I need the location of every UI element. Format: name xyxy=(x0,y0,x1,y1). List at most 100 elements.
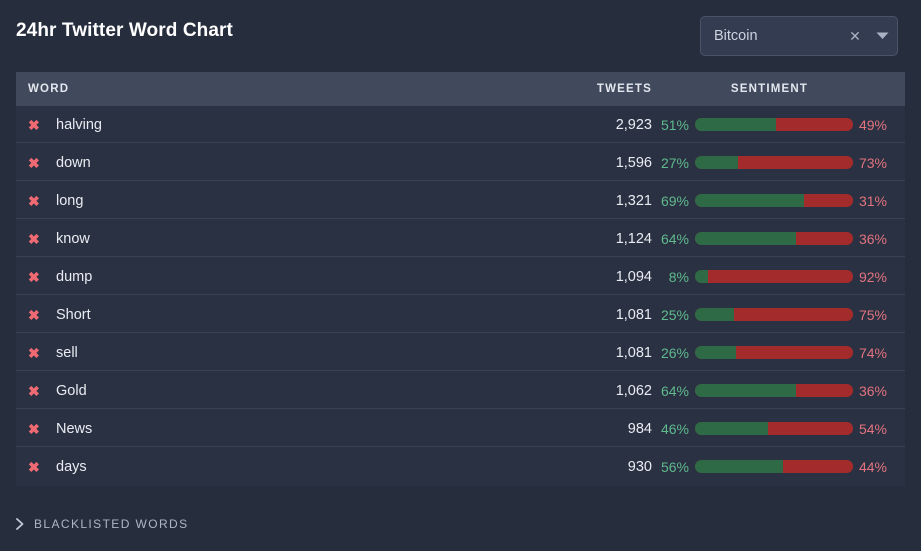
negative-percent: 92% xyxy=(858,268,887,285)
sentiment-bar-negative xyxy=(736,346,853,359)
word-label: sell xyxy=(56,344,78,361)
sentiment-cell: 64% 36% xyxy=(652,383,905,399)
table-row[interactable]: ✖ know 1,124 64% 36% xyxy=(16,220,905,258)
sentiment-bar xyxy=(694,346,853,359)
positive-percent: 64% xyxy=(660,382,689,399)
sentiment-cell: 27% 73% xyxy=(652,155,905,171)
positive-percent: 46% xyxy=(660,420,689,437)
column-header-sentiment[interactable]: SENTIMENT xyxy=(652,83,905,95)
sentiment-cell: 69% 31% xyxy=(652,193,905,209)
sentiment-bar-positive xyxy=(694,270,708,283)
word-label: days xyxy=(56,458,87,475)
tweets-count: 984 xyxy=(627,420,652,437)
table-row[interactable]: ✖ Gold 1,062 64% 36% xyxy=(16,372,905,410)
negative-percent: 75% xyxy=(858,306,887,323)
column-header-word[interactable]: WORD xyxy=(16,83,510,95)
remove-word-icon[interactable]: ✖ xyxy=(28,422,50,436)
tweets-count: 1,062 xyxy=(615,382,652,399)
negative-percent: 74% xyxy=(858,344,887,361)
table-header-row: WORD TWEETS SENTIMENT xyxy=(16,72,905,106)
tweets-count: 930 xyxy=(627,458,652,475)
positive-percent: 64% xyxy=(660,230,689,247)
table-row[interactable]: ✖ days 930 56% 44% xyxy=(16,448,905,486)
negative-percent: 31% xyxy=(858,192,887,209)
word-cell: ✖ down xyxy=(16,155,510,171)
chevron-down-icon[interactable] xyxy=(867,32,897,40)
table-row[interactable]: ✖ long 1,321 69% 31% xyxy=(16,182,905,220)
word-label: Short xyxy=(56,306,91,323)
word-cell: ✖ days xyxy=(16,459,510,475)
table-row[interactable]: ✖ down 1,596 27% 73% xyxy=(16,144,905,182)
sentiment-cell: 64% 36% xyxy=(652,231,905,247)
remove-word-icon[interactable]: ✖ xyxy=(28,270,50,284)
word-chart-app: 24hr Twitter Word Chart Bitcoin ✕ WORD T… xyxy=(0,0,921,551)
tweets-count: 1,094 xyxy=(615,268,652,285)
sentiment-bar-negative xyxy=(775,118,853,131)
table-row[interactable]: ✖ News 984 46% 54% xyxy=(16,410,905,448)
positive-percent: 69% xyxy=(660,192,689,209)
tweets-count: 1,081 xyxy=(615,306,652,323)
blacklisted-words-label: BLACKLISTED WORDS xyxy=(34,517,189,531)
word-cell: ✖ know xyxy=(16,231,510,247)
remove-word-icon[interactable]: ✖ xyxy=(28,384,50,398)
sentiment-bar-negative xyxy=(796,232,853,245)
remove-word-icon[interactable]: ✖ xyxy=(28,156,50,170)
word-table: WORD TWEETS SENTIMENT ✖ halving 2,923 51% 49… xyxy=(16,72,905,486)
page-title: 24hr Twitter Word Chart xyxy=(16,20,233,41)
sentiment-bar xyxy=(694,308,853,321)
word-label: Gold xyxy=(56,382,87,399)
remove-word-icon[interactable]: ✖ xyxy=(28,460,50,474)
remove-word-icon[interactable]: ✖ xyxy=(28,118,50,132)
sentiment-cell: 25% 75% xyxy=(652,307,905,323)
sentiment-bar xyxy=(694,460,853,473)
sentiment-bar xyxy=(694,384,853,397)
topbar: 24hr Twitter Word Chart Bitcoin ✕ xyxy=(0,0,921,72)
word-cell: ✖ halving xyxy=(16,117,510,133)
positive-percent: 26% xyxy=(660,344,689,361)
sentiment-bar-negative xyxy=(737,156,853,169)
negative-percent: 36% xyxy=(858,230,887,247)
table-row[interactable]: ✖ sell 1,081 26% 74% xyxy=(16,334,905,372)
word-cell: ✖ News xyxy=(16,421,510,437)
remove-word-icon[interactable]: ✖ xyxy=(28,308,50,322)
sentiment-bar-negative xyxy=(707,270,853,283)
negative-percent: 36% xyxy=(858,382,887,399)
word-label: long xyxy=(56,192,84,209)
negative-percent: 54% xyxy=(858,420,887,437)
positive-percent: 25% xyxy=(660,306,689,323)
positive-percent: 27% xyxy=(660,154,689,171)
sentiment-bar-negative xyxy=(803,194,853,207)
sentiment-bar-positive xyxy=(694,422,768,435)
word-cell: ✖ Gold xyxy=(16,383,510,399)
word-label: know xyxy=(56,230,90,247)
sentiment-bar-positive xyxy=(694,460,784,473)
asset-select-value: Bitcoin xyxy=(714,28,758,44)
table-body: ✖ halving 2,923 51% 49% ✖ down 1,596 27% 73% ✖ long… xyxy=(16,106,905,486)
positive-percent: 56% xyxy=(660,458,689,475)
sentiment-cell: 8% 92% xyxy=(652,269,905,285)
table-row[interactable]: ✖ Short 1,081 25% 75% xyxy=(16,296,905,334)
asset-select[interactable]: Bitcoin ✕ xyxy=(700,16,898,56)
sentiment-bar-negative xyxy=(796,384,853,397)
positive-percent: 51% xyxy=(660,116,689,133)
word-cell: ✖ sell xyxy=(16,345,510,361)
negative-percent: 49% xyxy=(858,116,887,133)
sentiment-bar xyxy=(694,118,853,131)
table-row[interactable]: ✖ dump 1,094 8% 92% xyxy=(16,258,905,296)
tweets-count: 1,596 xyxy=(615,154,652,171)
remove-word-icon[interactable]: ✖ xyxy=(28,194,50,208)
sentiment-bar-negative xyxy=(783,460,853,473)
remove-word-icon[interactable]: ✖ xyxy=(28,346,50,360)
sentiment-bar xyxy=(694,422,853,435)
table-row[interactable]: ✖ halving 2,923 51% 49% xyxy=(16,106,905,144)
sentiment-bar-positive xyxy=(694,118,776,131)
negative-percent: 44% xyxy=(858,458,887,475)
column-header-tweets[interactable]: TWEETS xyxy=(510,83,652,95)
sentiment-bar-positive xyxy=(694,232,797,245)
sentiment-bar xyxy=(694,270,853,283)
blacklisted-words-toggle[interactable]: BLACKLISTED WORDS xyxy=(16,517,189,531)
word-cell: ✖ dump xyxy=(16,269,510,285)
negative-percent: 73% xyxy=(858,154,887,171)
remove-word-icon[interactable]: ✖ xyxy=(28,232,50,246)
clear-icon[interactable]: ✕ xyxy=(844,29,866,43)
